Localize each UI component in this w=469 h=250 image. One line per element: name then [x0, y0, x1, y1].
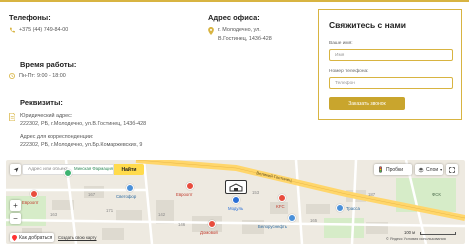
legal-address-value: 222302, РБ, г.Молодечно, ул.В.Гостинец, …: [20, 121, 147, 127]
name-input[interactable]: [329, 49, 453, 61]
clock-icon: [9, 73, 15, 79]
phones-title: Телефоны:: [9, 13, 51, 22]
request-call-button[interactable]: Заказать звонок: [329, 97, 405, 110]
route-pin-icon: [12, 234, 17, 241]
shop-pin-icon[interactable]: [30, 190, 38, 198]
expand-icon: [449, 166, 455, 173]
shop-pin-icon[interactable]: [336, 204, 344, 212]
scale-label: 100 м: [404, 230, 416, 235]
layers-icon: [418, 167, 424, 172]
name-label: Ваше имя:: [329, 41, 353, 46]
hours-title: Время работы:: [20, 60, 77, 69]
top-accent-line: [0, 0, 469, 2]
office-title: Адрес офиса:: [208, 13, 260, 22]
place-label-evroopt: Евроопт: [22, 200, 39, 205]
traffic-button[interactable]: Пробки: [374, 164, 412, 175]
house-number: 187: [368, 192, 376, 197]
place-label-belarusneft: Белоруснефть: [258, 224, 288, 229]
food-pin-icon[interactable]: [278, 194, 286, 202]
fullscreen-button[interactable]: [446, 164, 458, 175]
map-copyright[interactable]: © Яндекс Условия использования: [386, 237, 446, 241]
location-pin-icon: [208, 27, 214, 35]
document-icon: [9, 113, 15, 121]
place-label-pharmacy: Минская Фармация: [74, 166, 113, 171]
place-label-domovoy: Домовой: [200, 230, 218, 235]
place-label-kfc: KFC: [276, 204, 285, 209]
shop-pin-icon[interactable]: [126, 184, 134, 192]
route-button[interactable]: Как добраться: [10, 233, 54, 242]
phone-number-link[interactable]: +375 (44) 749-84-00: [19, 27, 68, 34]
shop-pin-icon[interactable]: [186, 182, 194, 190]
form-title: Свяжитесь с нами: [329, 20, 407, 30]
office-address-line1: г. Молодечно, ул.: [218, 27, 261, 33]
fuel-pin-icon[interactable]: [288, 214, 296, 222]
traffic-light-icon: [379, 166, 382, 173]
zoom-in-button[interactable]: +: [10, 200, 21, 211]
arrow-icon: [13, 167, 18, 172]
create-map-link[interactable]: Создать свою карту: [58, 235, 97, 240]
location-marker-icon[interactable]: [232, 196, 240, 204]
hours-value: Пн-Пт: 9:00 - 18:00: [19, 73, 66, 79]
house-number: 163: [50, 212, 58, 217]
postal-address-label: Адрес для корреспонденции:: [20, 134, 94, 140]
phone-label: Номер телефона:: [329, 69, 369, 74]
contact-form: Свяжитесь с нами Ваше имя: Номер телефон…: [318, 9, 462, 120]
requisites-title: Реквизиты:: [20, 98, 63, 107]
place-label-svetofor: Светофор: [116, 194, 137, 199]
selected-marker-badge[interactable]: [225, 180, 247, 194]
traffic-label: Пробки: [386, 166, 403, 173]
place-label-trassa: Трасса: [346, 206, 360, 211]
phone-icon: [9, 27, 15, 33]
house-number: 167: [88, 192, 96, 197]
zoom-out-button[interactable]: −: [10, 213, 21, 224]
house-number: 142: [158, 212, 166, 217]
geolocation-button[interactable]: [10, 164, 21, 175]
house-number: 146: [178, 222, 186, 227]
park-area: [324, 218, 364, 238]
route-label: Как добраться: [19, 234, 53, 241]
map-widget[interactable]: Великий Гостинец Найти Пробки Слои ▾ + −…: [6, 160, 465, 244]
house-number: 171: [106, 208, 114, 213]
phone-input[interactable]: [329, 77, 453, 89]
legal-address-label: Юридический адрес:: [20, 113, 73, 119]
building-icon: [229, 183, 243, 192]
house-number: 165: [310, 218, 318, 223]
place-label-modul: Модуль: [228, 206, 244, 211]
scale-bar: [420, 232, 456, 235]
house-number: 153: [252, 190, 260, 195]
shop-pin-icon[interactable]: [208, 220, 216, 228]
pharmacy-pin-icon[interactable]: [64, 169, 72, 177]
layers-label: Слои: [426, 166, 439, 173]
map-find-button[interactable]: Найти: [114, 164, 144, 175]
place-label-fsk: ФСК: [432, 192, 441, 197]
postal-address-value: 222302, РБ, г.Молодечно, ул.Бр.Комаржевс…: [20, 142, 143, 148]
layers-button[interactable]: Слои ▾: [415, 164, 443, 175]
place-label-evroopt-2: Евроопт: [176, 192, 193, 197]
office-address-line2: В.Гостинец, 143б-428: [218, 36, 272, 42]
chevron-down-icon: ▾: [440, 167, 443, 172]
